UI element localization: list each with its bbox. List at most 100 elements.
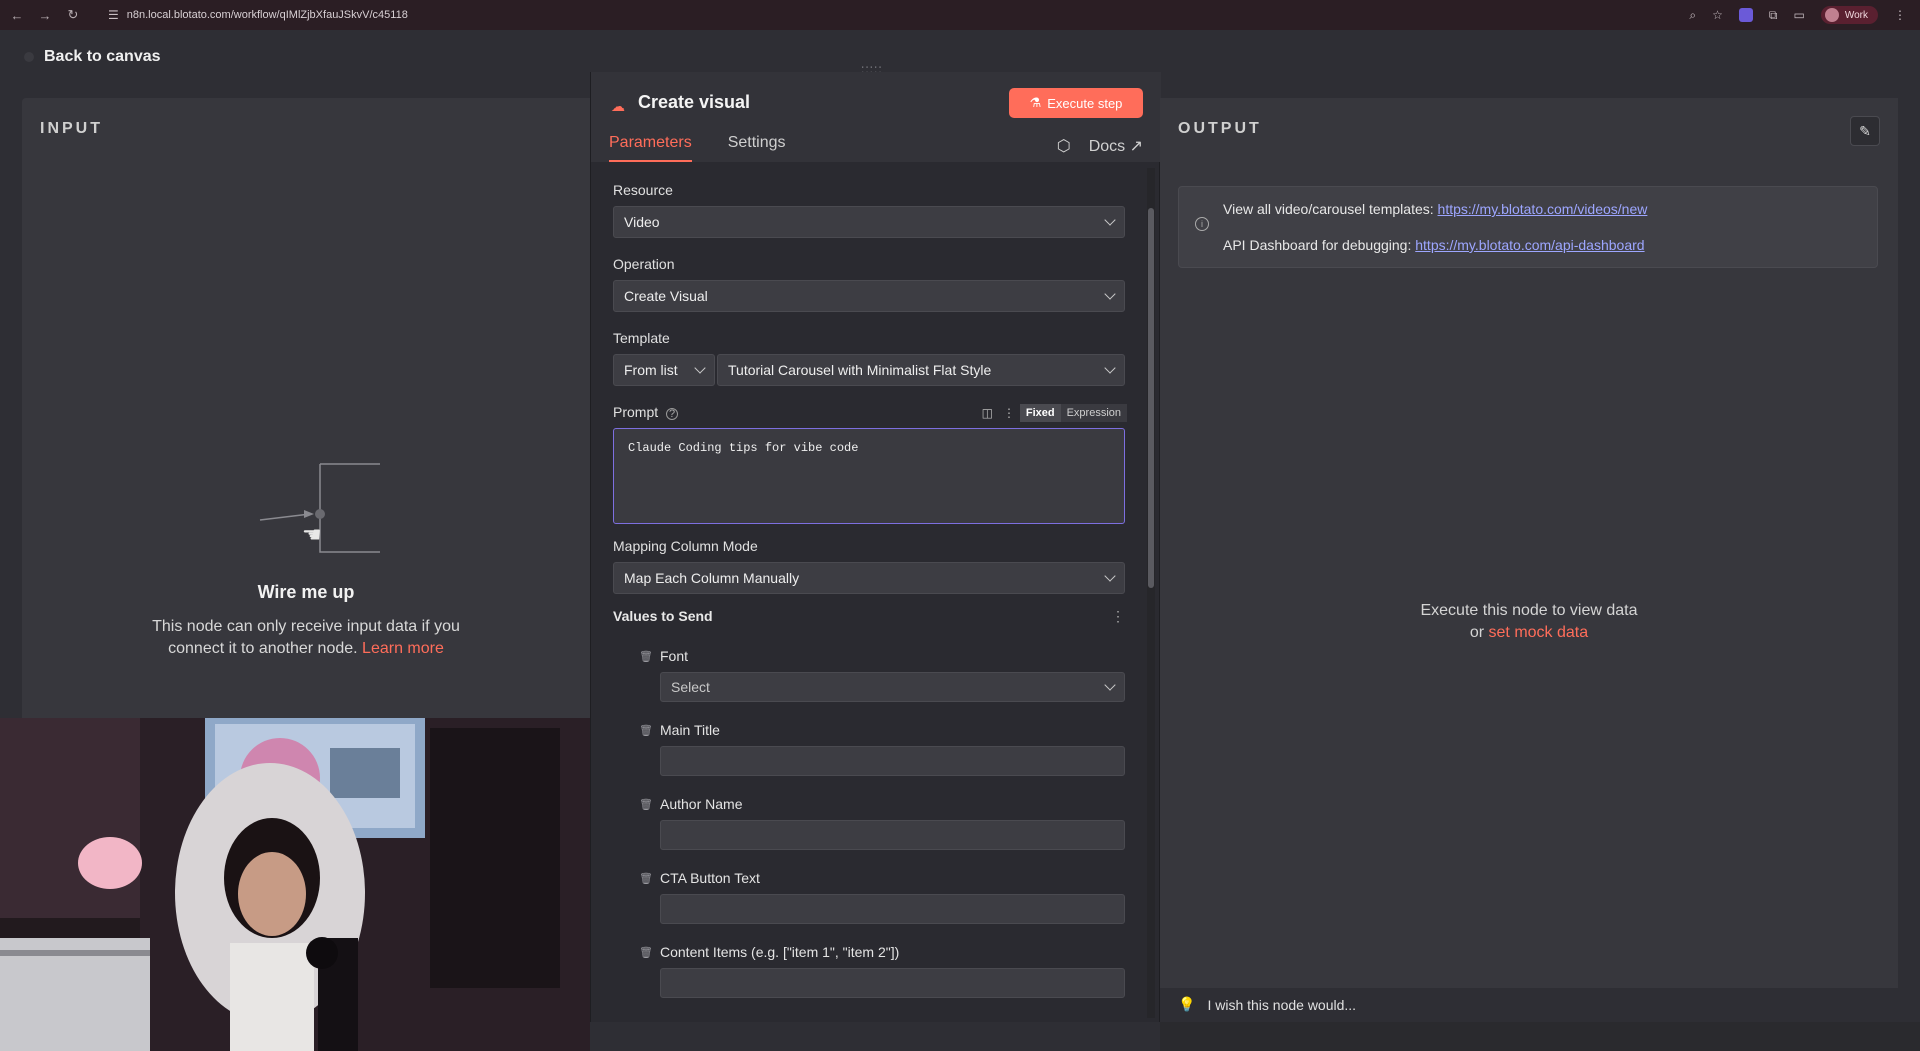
mapping-value: Map Each Column Manually — [624, 570, 800, 586]
set-mock-data-link[interactable]: set mock data — [1489, 624, 1589, 641]
wire-desc-line2: connect it to another node. — [168, 640, 358, 657]
kebab-icon[interactable]: ⋮ — [1111, 608, 1125, 625]
learn-more-link[interactable]: Learn more — [362, 640, 444, 657]
chevron-down-icon — [1104, 679, 1116, 691]
form-scrollbar[interactable] — [1147, 168, 1155, 1018]
info1-text: View all video/carousel templates: — [1223, 201, 1434, 217]
execute-step-label: Execute step — [1047, 95, 1123, 111]
expand-panel-icon[interactable]: ◫ — [982, 406, 993, 420]
zoom-icon[interactable]: ⌕ — [1689, 8, 1696, 23]
bookmark-star-icon[interactable]: ☆ — [1712, 8, 1723, 22]
flask-icon: ⚗ — [1029, 95, 1042, 110]
node-header: ☁ Create visual ⚗ Execute step Parameter… — [591, 72, 1161, 162]
docs-link[interactable]: Docs ↗ — [1089, 136, 1143, 156]
url-text: n8n.local.blotato.com/workflow/qIMlZjbXf… — [126, 9, 408, 21]
fixed-expression-toggle: Fixed Expression — [1019, 404, 1127, 422]
templates-link[interactable]: https://my.blotato.com/videos/new — [1438, 201, 1648, 217]
profile-label: Work — [1844, 9, 1868, 21]
avatar — [1824, 8, 1839, 22]
font-label: Font — [660, 648, 689, 664]
template-select[interactable]: Tutorial Carousel with Minimalist Flat S… — [717, 354, 1125, 386]
sidepanel-icon[interactable]: ▭ — [1794, 8, 1805, 22]
chevron-down-icon — [694, 362, 706, 374]
feedback-link[interactable]: 💡 I wish this node would... — [1178, 996, 1356, 1013]
external-link-icon: ↗ — [1129, 138, 1143, 155]
prompt-textarea[interactable]: Claude Coding tips for vibe code — [613, 428, 1125, 524]
template-value: Tutorial Carousel with Minimalist Flat S… — [728, 362, 992, 378]
operation-label: Operation — [613, 256, 675, 272]
trash-icon[interactable]: 🗑 — [639, 724, 653, 737]
trash-icon[interactable]: 🗑 — [639, 798, 653, 811]
webcam-overlay — [0, 718, 590, 1051]
profile-button[interactable]: Work — [1820, 6, 1878, 24]
author-name-input[interactable] — [660, 820, 1125, 850]
edit-output-button[interactable]: ✎ — [1850, 116, 1880, 146]
forward-arrow-icon[interactable]: → — [36, 8, 54, 23]
template-label: Template — [613, 330, 670, 346]
back-arrow-icon[interactable]: ← — [8, 8, 26, 23]
empty-output-message: Execute this node to view data or set mo… — [1160, 600, 1898, 644]
info-icon: i — [1195, 217, 1209, 231]
font-select[interactable]: Select — [660, 672, 1125, 702]
output-panel-label: OUTPUT — [1178, 120, 1262, 137]
resource-value: Video — [624, 214, 660, 230]
help-icon[interactable]: ? — [666, 408, 679, 420]
expression-option[interactable]: Expression — [1060, 404, 1127, 422]
wire-connector-icon: ☚ — [259, 463, 380, 553]
extension-icon[interactable] — [1738, 8, 1753, 22]
trash-icon[interactable]: 🗑 — [639, 946, 653, 959]
puzzle-icon[interactable]: ⧉ — [1769, 8, 1778, 23]
lightbulb-icon: 💡 — [1178, 996, 1196, 1012]
exec-msg-or: or — [1469, 624, 1485, 641]
address-bar[interactable]: ☰ n8n.local.blotato.com/workflow/qIMlZjb… — [98, 4, 1679, 26]
wire-desc-line2-row: connect it to another node. Learn more — [22, 638, 590, 660]
input-panel-label: INPUT — [40, 120, 103, 137]
kebab-icon[interactable]: ⋮ — [1003, 406, 1015, 420]
back-to-canvas-link[interactable]: Back to canvas — [24, 48, 161, 66]
docs-label: Docs — [1088, 138, 1126, 155]
operation-select[interactable]: Create Visual — [613, 280, 1125, 312]
site-settings-icon[interactable]: ☰ — [108, 8, 119, 22]
svg-text:☚: ☚ — [302, 523, 322, 548]
node-info-icon[interactable]: ⬡ — [1057, 136, 1071, 156]
chevron-down-icon — [1104, 214, 1116, 226]
mapping-select[interactable]: Map Each Column Manually — [613, 562, 1125, 594]
exec-msg-line1: Execute this node to view data — [1420, 602, 1638, 619]
exec-msg-line2: or set mock data — [1160, 622, 1898, 644]
tab-settings[interactable]: Settings — [728, 134, 786, 162]
fixed-option[interactable]: Fixed — [1019, 404, 1061, 422]
chevron-down-icon — [1104, 362, 1116, 374]
wish-label: I wish this node would... — [1207, 996, 1357, 1013]
cloud-icon: ☁ — [611, 98, 625, 114]
author-name-label: Author Name — [660, 796, 743, 812]
node-tabs: Parameters Settings — [609, 134, 786, 162]
execute-step-button[interactable]: ⚗ Execute step — [1009, 88, 1143, 118]
chevron-down-icon — [1104, 288, 1116, 300]
prompt-label: Prompt — [613, 404, 659, 420]
node-title[interactable]: Create visual — [638, 92, 750, 113]
browser-toolbar: ← → ↻ ☰ n8n.local.blotato.com/workflow/q… — [0, 0, 1920, 30]
tab-parameters[interactable]: Parameters — [609, 134, 692, 162]
trash-icon[interactable]: 🗑 — [639, 650, 653, 663]
values-to-send-label: Values to Send — [613, 608, 713, 624]
main-title-input[interactable] — [660, 746, 1125, 776]
content-items-input[interactable] — [660, 968, 1125, 998]
resource-label: Resource — [613, 182, 673, 198]
reload-icon[interactable]: ↻ — [64, 7, 82, 23]
resource-select[interactable]: Video — [613, 206, 1125, 238]
cta-button-text-input[interactable] — [660, 894, 1125, 924]
scroll-thumb[interactable] — [1148, 208, 1154, 588]
prompt-label-row: Prompt ? — [613, 404, 679, 420]
parameters-form: Resource Video Operation Create Visual T… — [613, 162, 1127, 1012]
wire-me-up-title: Wire me up — [257, 582, 355, 602]
prompt-tools: ◫ ⋮ — [982, 406, 1015, 420]
values-to-send-header: Values to Send ⋮ — [613, 608, 1125, 625]
back-label: Back to canvas — [44, 48, 161, 65]
info-notice: i View all video/carousel templates: htt… — [1178, 186, 1878, 268]
input-panel: INPUT ☚ Wire me up This node can only re… — [22, 98, 590, 718]
template-mode-select[interactable]: From list — [613, 354, 715, 386]
operation-value: Create Visual — [624, 288, 708, 304]
api-dashboard-link[interactable]: https://my.blotato.com/api-dashboard — [1415, 237, 1644, 253]
menu-icon[interactable]: ⋮ — [1894, 8, 1906, 22]
trash-icon[interactable]: 🗑 — [639, 872, 653, 885]
